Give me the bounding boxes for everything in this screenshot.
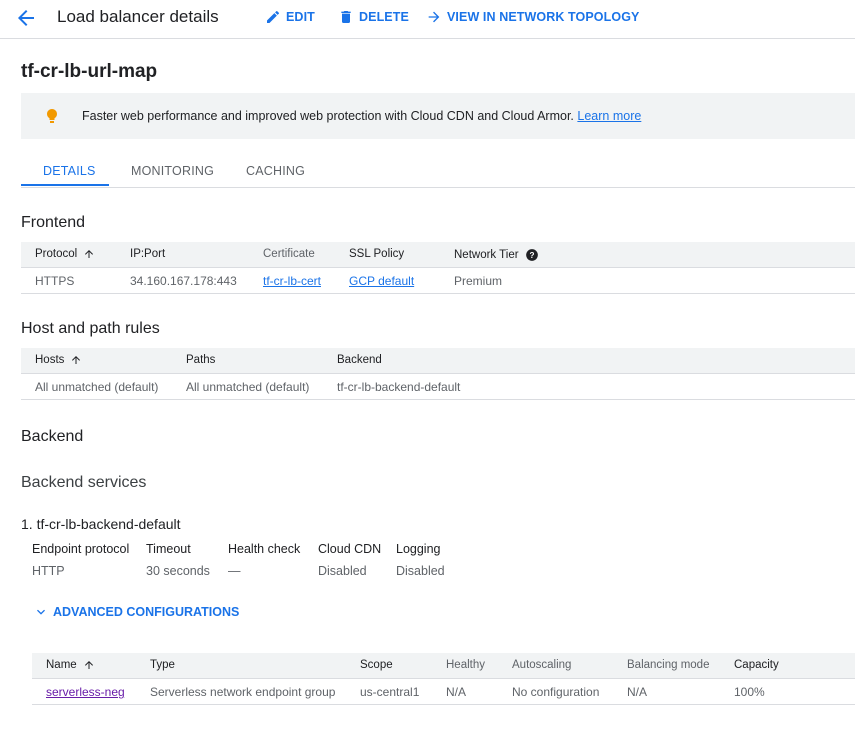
column-header-network-tier-label: Network Tier (454, 249, 519, 261)
chevron-down-icon (37, 609, 45, 615)
sort-arrow-up-icon (72, 356, 81, 364)
top-bar: Load balancer details EDIT DELETE VIEW I… (0, 0, 855, 39)
tab-caching[interactable]: CACHING (246, 164, 305, 178)
column-header-paths: Paths (186, 354, 216, 366)
advanced-configurations-toggle[interactable]: ADVANCED CONFIGURATIONS (33, 604, 239, 620)
certificate-cell: tf-cr-lb-cert (263, 274, 321, 288)
arrow-forward-icon (428, 11, 440, 23)
serverless-neg-link[interactable]: serverless-neg (46, 685, 125, 699)
network-tier-value: Premium (454, 274, 503, 288)
neg-capacity-value: 100% (734, 685, 765, 699)
column-header-protocol[interactable]: Protocol (35, 248, 95, 260)
logging-value: Disabled (396, 564, 445, 578)
lightbulb-icon (47, 109, 57, 123)
frontend-heading: Frontend (21, 214, 86, 231)
neg-scope-value: us-central1 (360, 685, 420, 699)
backend-heading: Backend (21, 428, 84, 445)
column-header-healthy: Healthy (446, 659, 485, 671)
neg-balancing-mode-value: N/A (627, 685, 648, 699)
neg-healthy-value: N/A (446, 685, 467, 699)
table-row: HTTPS 34.160.167.178:443 tf-cr-lb-cert G… (21, 268, 855, 294)
column-header-ip-port: IP:Port (130, 248, 166, 260)
logging-label: Logging (396, 542, 441, 556)
ip-port-value: 34.160.167.178:443 (130, 274, 237, 288)
host-path-rules-heading: Host and path rules (21, 320, 160, 337)
endpoint-protocol-label: Endpoint protocol (32, 542, 130, 556)
tab-monitoring[interactable]: MONITORING (131, 164, 214, 178)
timeout-value: 30 seconds (146, 564, 210, 578)
protocol-value: HTTPS (35, 274, 75, 288)
table-row: serverless-neg Serverless network endpoi… (32, 679, 855, 705)
health-check-label: Health check (228, 542, 301, 556)
delete-label: DELETE (359, 10, 409, 24)
neg-name-cell: serverless-neg (46, 685, 125, 699)
health-check-value: — (228, 564, 241, 578)
column-header-network-tier: Network Tier ? (454, 248, 539, 262)
column-header-type: Type (150, 659, 175, 671)
timeout-label: Timeout (146, 542, 191, 556)
page-title: tf-cr-lb-url-map (21, 61, 158, 82)
column-header-name[interactable]: Name (46, 659, 95, 671)
view-network-topology-button[interactable]: VIEW IN NETWORK TOPOLOGY (426, 9, 639, 25)
column-header-certificate: Certificate (263, 248, 315, 260)
sort-arrow-up-icon (84, 661, 93, 669)
column-header-hosts-label: Hosts (35, 354, 65, 366)
tab-bar: DETAILS MONITORING CACHING (21, 150, 855, 188)
svg-text:?: ? (529, 251, 534, 260)
neg-autoscaling-value: No configuration (512, 685, 600, 699)
endpoint-protocol-value: HTTP (32, 564, 65, 578)
column-header-backend: Backend (337, 354, 382, 366)
tab-details[interactable]: DETAILS (43, 164, 96, 178)
column-header-hosts[interactable]: Hosts (35, 354, 82, 366)
column-header-ssl-policy: SSL Policy (349, 248, 405, 260)
active-tab-indicator (21, 184, 109, 186)
neg-type-value: Serverless network endpoint group (150, 685, 336, 699)
back-arrow-icon[interactable] (14, 6, 38, 30)
frontend-table-header: Protocol IP:Port Certificate SSL Policy … (21, 242, 855, 268)
cloud-cdn-label: Cloud CDN (318, 542, 382, 556)
delete-button[interactable]: DELETE (338, 9, 409, 25)
certificate-link[interactable]: tf-cr-lb-cert (263, 274, 321, 288)
cdn-promo-banner: Faster web performance and improved web … (21, 93, 855, 139)
ssl-policy-link[interactable]: GCP default (349, 274, 414, 288)
column-header-name-label: Name (46, 659, 77, 671)
hosts-value: All unmatched (default) (35, 380, 159, 394)
advanced-configurations-label: ADVANCED CONFIGURATIONS (53, 605, 240, 619)
edit-button[interactable]: EDIT (265, 9, 315, 25)
cloud-cdn-value: Disabled (318, 564, 367, 578)
page-header-title: Load balancer details (57, 7, 219, 26)
banner-text: Faster web performance and improved web … (82, 109, 574, 123)
backend-service-title: 1. tf-cr-lb-backend-default (21, 516, 181, 532)
neg-table-header: Name Type Scope Healthy Autoscaling Bala… (32, 653, 855, 679)
edit-label: EDIT (286, 10, 315, 24)
host-rules-table-header: Hosts Paths Backend (21, 348, 855, 374)
pencil-icon (267, 10, 280, 23)
column-header-scope: Scope (360, 659, 393, 671)
table-row: All unmatched (default) All unmatched (d… (21, 374, 855, 400)
ssl-policy-cell: GCP default (349, 274, 414, 288)
column-header-protocol-label: Protocol (35, 248, 78, 260)
sort-arrow-up-icon (85, 250, 94, 258)
paths-value: All unmatched (default) (186, 380, 310, 394)
banner-text-wrap: Faster web performance and improved web … (82, 109, 641, 123)
help-icon[interactable]: ? (525, 248, 539, 262)
backend-value: tf-cr-lb-backend-default (337, 380, 461, 394)
backend-services-heading: Backend services (21, 474, 147, 491)
view-network-topology-label: VIEW IN NETWORK TOPOLOGY (447, 10, 640, 24)
column-header-capacity: Capacity (734, 659, 779, 671)
trash-icon (341, 11, 351, 23)
column-header-autoscaling: Autoscaling (512, 659, 572, 671)
column-header-balancing-mode: Balancing mode (627, 659, 710, 671)
learn-more-link[interactable]: Learn more (577, 109, 641, 123)
